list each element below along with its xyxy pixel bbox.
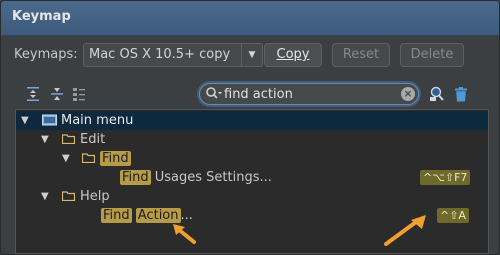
keymap-combo-value: Mac OS X 10.5+ copy bbox=[89, 47, 231, 62]
keymap-combo[interactable]: Mac OS X 10.5+ copy ▼ bbox=[83, 43, 263, 67]
tree-node-edit[interactable]: ▼ Edit bbox=[16, 130, 488, 149]
shortcut-badge: ^⌥⇧F7 bbox=[420, 170, 471, 185]
clear-search-icon[interactable]: × bbox=[401, 87, 415, 101]
reset-button-label: Reset bbox=[342, 47, 380, 62]
copy-button[interactable]: Copy bbox=[264, 43, 322, 67]
shortcut-badge: ^⇧A bbox=[437, 208, 469, 223]
match-highlight: Action bbox=[135, 208, 181, 223]
delete-button-label: Delete bbox=[410, 47, 454, 62]
delete-button[interactable]: Delete bbox=[400, 43, 464, 67]
trash-icon[interactable] bbox=[454, 87, 468, 102]
folder-icon bbox=[62, 191, 75, 201]
search-field[interactable]: × bbox=[199, 83, 419, 105]
tree-node-main-menu[interactable]: ▼ Main menu bbox=[16, 111, 488, 130]
reset-button[interactable]: Reset bbox=[332, 43, 390, 67]
menu-folder-icon bbox=[42, 114, 57, 126]
tree-node-label-rest: Usages Settings... bbox=[150, 170, 272, 185]
panel-title: Keymap bbox=[1, 1, 499, 36]
match-highlight: Find bbox=[100, 151, 131, 166]
search-input[interactable] bbox=[224, 85, 392, 103]
tree-node-label: Find Usages Settings... bbox=[120, 168, 272, 187]
expanded-triangle-icon[interactable]: ▼ bbox=[41, 130, 51, 149]
expand-all-icon[interactable] bbox=[25, 86, 41, 102]
collapse-all-icon[interactable] bbox=[49, 86, 65, 102]
keymap-selector-row: Keymaps: Mac OS X 10.5+ copy ▼ Copy Rese… bbox=[14, 43, 499, 67]
tree-node-help[interactable]: ▼ Help bbox=[16, 187, 488, 206]
tree-node-label-rest: ... bbox=[180, 208, 193, 223]
keymap-panel: Keymap Keymaps: Mac OS X 10.5+ copy ▼ Co… bbox=[0, 0, 500, 255]
find-shortcut-icon[interactable] bbox=[429, 86, 445, 102]
tree-node-label: Main menu bbox=[61, 113, 134, 128]
chevron-down-icon[interactable]: ▼ bbox=[241, 44, 262, 66]
expanded-triangle-icon[interactable]: ▼ bbox=[62, 149, 72, 168]
keymap-tree[interactable]: ▼ Main menu ▼ Edit ▼ Find Find Usages Se… bbox=[15, 109, 489, 254]
expanded-triangle-icon[interactable]: ▼ bbox=[21, 111, 31, 130]
tree-node-label: Edit bbox=[80, 132, 106, 147]
tree-node-label: Find bbox=[100, 149, 131, 168]
expanded-triangle-icon[interactable]: ▼ bbox=[41, 187, 51, 206]
tree-node-find[interactable]: ▼ Find bbox=[16, 149, 488, 168]
copy-button-label: Copy bbox=[276, 47, 310, 62]
arrow-pointer-icon bbox=[173, 224, 196, 244]
keymaps-label: Keymaps: bbox=[14, 47, 78, 62]
tree-view-icon[interactable] bbox=[71, 86, 87, 102]
search-icon[interactable] bbox=[205, 86, 223, 102]
tree-node-label: Help bbox=[80, 189, 110, 204]
match-highlight: Find bbox=[101, 208, 132, 223]
tree-node-find-usages-settings[interactable]: Find Usages Settings... ^⌥⇧F7 bbox=[16, 168, 488, 187]
arrow-pointer-icon bbox=[384, 215, 426, 246]
match-highlight: Find bbox=[120, 170, 151, 185]
folder-icon bbox=[82, 153, 95, 163]
folder-icon bbox=[62, 134, 75, 144]
